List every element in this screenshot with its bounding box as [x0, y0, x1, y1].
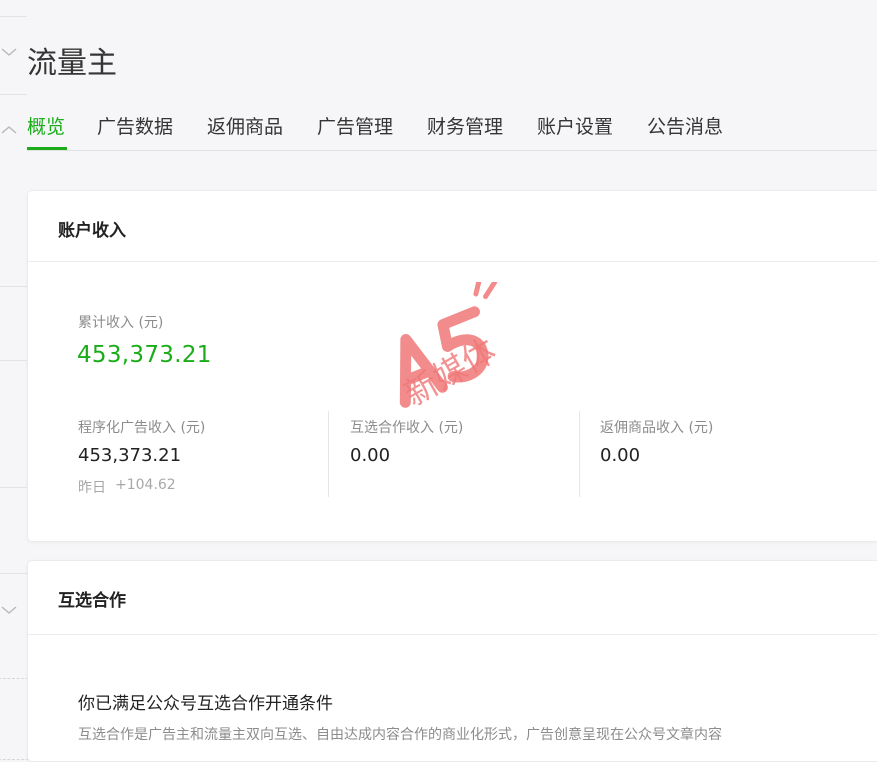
rail-divider — [0, 573, 27, 574]
mutual-description: 互选合作是广告主和流量主双向互选、自由达成内容合作的商业化形式，广告创意呈现在公… — [78, 727, 722, 743]
active-tab-indicator — [27, 147, 67, 150]
mutual-card-title: 互选合作 — [58, 591, 126, 611]
tab-account-settings[interactable]: 账户设置 — [537, 112, 613, 139]
programmatic-income-label: 程序化广告收入 (元) — [78, 420, 206, 436]
programmatic-income-value: 453,373.21 — [78, 445, 182, 466]
tab-overview[interactable]: 概览 — [27, 112, 65, 139]
tab-finance[interactable]: 财务管理 — [427, 112, 503, 139]
rail-divider — [0, 286, 27, 287]
mutual-card: 互选合作 你已满足公众号互选合作开通条件 互选合作是广告主和流量主双向互选、自由… — [27, 560, 877, 762]
total-income-label: 累计收入 (元) — [78, 315, 164, 331]
rail-divider — [0, 487, 27, 488]
column-divider — [579, 411, 580, 497]
yesterday-label: 昨日 — [78, 480, 106, 496]
mutual-income-label: 互选合作收入 (元) — [350, 420, 464, 436]
side-rail — [0, 0, 29, 760]
mutual-heading: 你已满足公众号互选合作开通条件 — [78, 694, 333, 714]
tab-ad-management[interactable]: 广告管理 — [317, 112, 393, 139]
tab-bar: 概览 广告数据 返佣商品 广告管理 财务管理 账户设置 公告消息 — [27, 108, 877, 151]
rebate-income-value: 0.00 — [600, 445, 641, 466]
rail-dashed-box — [0, 678, 29, 760]
rebate-income-label: 返佣商品收入 (元) — [600, 420, 714, 436]
page-title: 流量主 — [27, 46, 117, 81]
mutual-income-value: 0.00 — [350, 445, 391, 466]
tab-ad-data[interactable]: 广告数据 — [97, 112, 173, 139]
rail-divider — [0, 360, 27, 361]
rail-divider — [0, 94, 27, 95]
mutual-card-header: 互选合作 — [28, 561, 877, 635]
chevron-down-icon[interactable] — [1, 47, 17, 59]
tab-announcements[interactable]: 公告消息 — [647, 112, 723, 139]
column-divider — [328, 411, 329, 497]
yesterday-value: +104.62 — [115, 477, 176, 493]
income-card-title: 账户收入 — [58, 221, 126, 241]
chevron-up-icon[interactable] — [1, 125, 17, 137]
tab-rebate-products[interactable]: 返佣商品 — [207, 112, 283, 139]
total-income-value: 453,373.21 — [77, 342, 212, 368]
rail-divider — [0, 16, 27, 17]
income-card-header: 账户收入 — [28, 191, 877, 262]
chevron-down-icon[interactable] — [1, 605, 17, 617]
income-card: 账户收入 累计收入 (元) 453,373.21 程序化广告收入 (元) 453… — [27, 190, 877, 542]
